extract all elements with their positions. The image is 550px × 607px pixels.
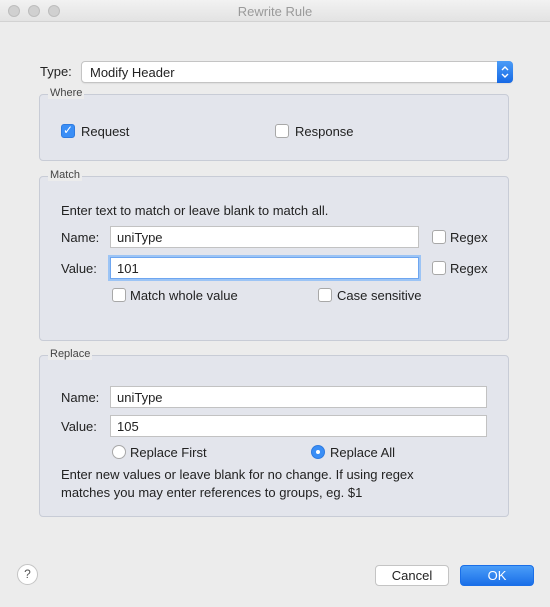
match-whole-value-label: Match whole value bbox=[130, 288, 238, 303]
match-group-title: Match bbox=[48, 169, 82, 181]
match-name-input[interactable] bbox=[110, 226, 419, 248]
case-sensitive-checkbox[interactable] bbox=[318, 288, 332, 302]
select-stepper-icon bbox=[497, 61, 513, 83]
match-whole-value-checkbox[interactable] bbox=[112, 288, 126, 302]
replace-value-label: Value: bbox=[61, 419, 97, 434]
request-label: Request bbox=[81, 124, 130, 139]
match-value-regex-checkbox[interactable] bbox=[432, 261, 446, 275]
replace-first-radio[interactable] bbox=[112, 445, 126, 459]
match-value-input[interactable] bbox=[110, 257, 419, 279]
match-name-regex-label: Regex bbox=[450, 230, 488, 245]
replace-group-title: Replace bbox=[48, 348, 93, 360]
request-checkbox[interactable]: ✓ bbox=[61, 123, 75, 138]
replace-name-input[interactable] bbox=[110, 386, 487, 408]
cancel-button[interactable]: Cancel bbox=[375, 565, 449, 586]
replace-note-line2: matches you may enter references to grou… bbox=[61, 485, 363, 500]
replace-first-label: Replace First bbox=[130, 445, 207, 460]
replace-note-line1: Enter new values or leave blank for no c… bbox=[61, 467, 414, 482]
match-value-regex-label: Regex bbox=[450, 261, 488, 276]
match-instruction: Enter text to match or leave blank to ma… bbox=[61, 203, 329, 218]
match-name-regex-checkbox[interactable] bbox=[432, 230, 446, 244]
type-select-value: Modify Header bbox=[90, 65, 175, 80]
radio-dot-icon bbox=[316, 450, 320, 454]
replace-all-label: Replace All bbox=[330, 445, 396, 460]
case-sensitive-label: Case sensitive bbox=[337, 288, 422, 303]
replace-all-radio[interactable] bbox=[311, 445, 325, 459]
checkmark-icon: ✓ bbox=[63, 123, 74, 137]
match-value-label: Value: bbox=[61, 261, 97, 276]
help-button[interactable]: ? bbox=[17, 564, 38, 585]
window-title: Rewrite Rule bbox=[237, 4, 313, 19]
type-label: Type: bbox=[40, 64, 72, 79]
replace-value-input[interactable] bbox=[110, 415, 487, 437]
ok-button[interactable]: OK bbox=[460, 565, 534, 586]
where-group-title: Where bbox=[48, 87, 85, 99]
response-checkbox[interactable] bbox=[275, 124, 289, 138]
replace-name-label: Name: bbox=[61, 390, 100, 405]
response-label: Response bbox=[295, 124, 354, 139]
match-name-label: Name: bbox=[61, 230, 100, 245]
type-select[interactable]: Modify Header bbox=[81, 61, 513, 83]
title-bar: Rewrite Rule bbox=[0, 0, 550, 22]
